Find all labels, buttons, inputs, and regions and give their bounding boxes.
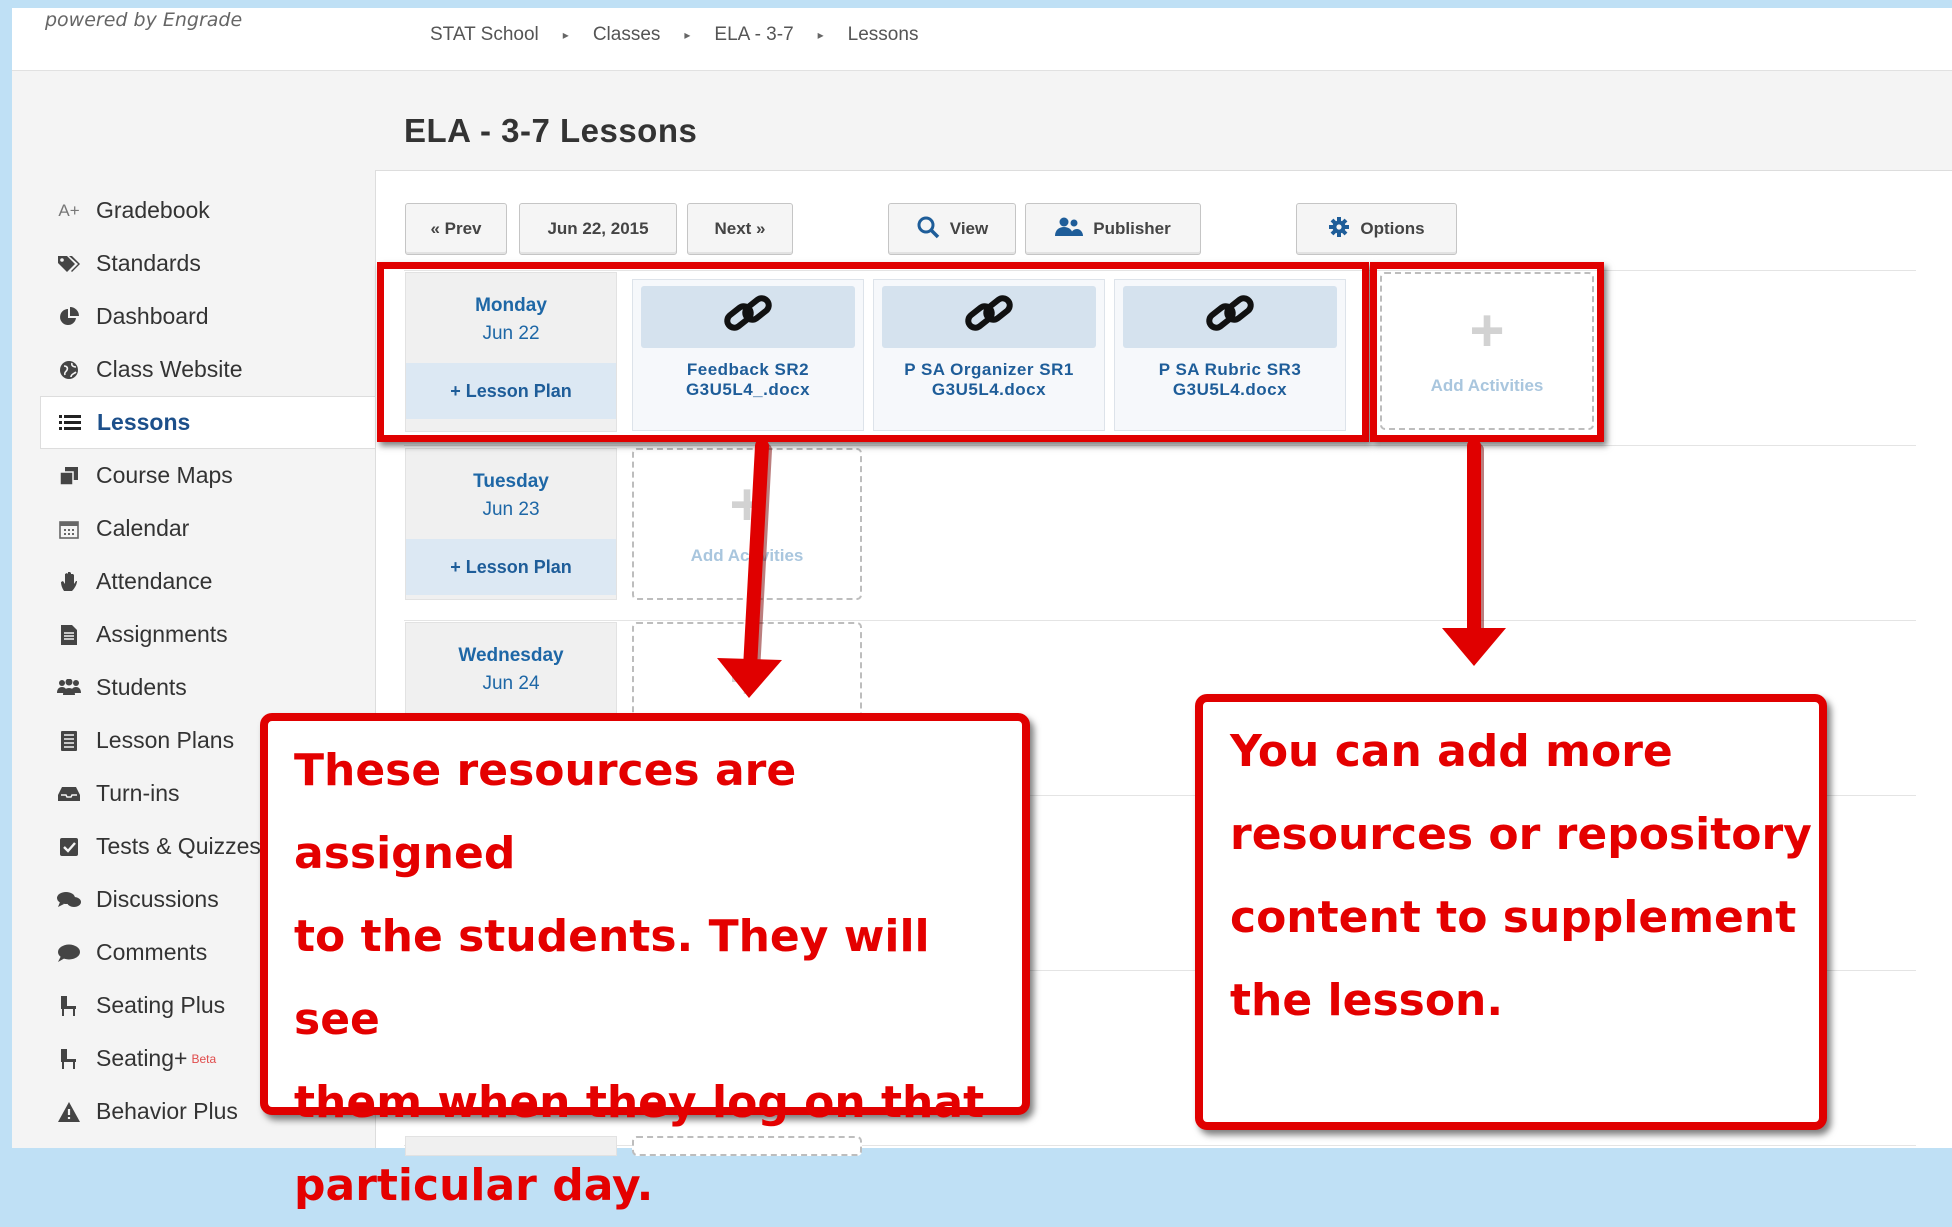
arrow-left [717, 439, 782, 698]
callout-line: These resources are assigned [294, 745, 797, 879]
callout-line: content to supplement [1230, 892, 1797, 943]
callout-line: particular day. [294, 1160, 654, 1211]
callout-line: them when they log on that [294, 1077, 985, 1128]
callout-line: to the students. They will see [294, 911, 930, 1045]
page: powered by Engrade STAT School ▸ Classes… [12, 8, 1952, 1211]
callout-left: These resources are assigned to the stud… [260, 713, 1030, 1211]
callout-line: the lesson. [1230, 975, 1504, 1026]
callout-line: resources or repository [1230, 809, 1812, 860]
arrow-right [1442, 439, 1506, 666]
callout-right: You can add more resources or repository… [1195, 694, 1827, 1130]
callout-line: You can add more [1230, 726, 1673, 777]
